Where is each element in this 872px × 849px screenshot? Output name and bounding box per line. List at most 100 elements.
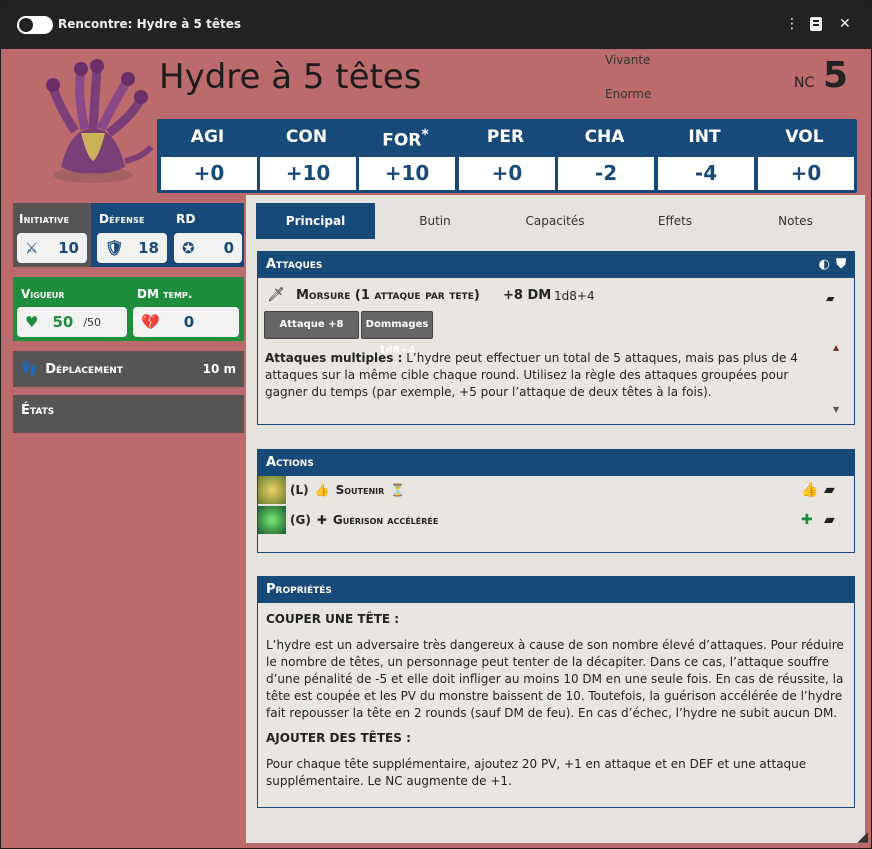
shield-icon: 🛡 xyxy=(105,239,125,257)
shield-solid-icon[interactable]: ⛊ xyxy=(836,257,846,272)
stat-marker: * xyxy=(421,127,429,143)
vigueur-field[interactable]: ♥ 50 /50 xyxy=(17,307,127,337)
initiative-value: 10 xyxy=(58,239,79,257)
dmtemp-label: DM temp. xyxy=(137,287,193,301)
stat-value[interactable]: -2 xyxy=(558,157,654,190)
stat-int[interactable]: INT -4 xyxy=(656,119,754,193)
attack-roll: +8 DM xyxy=(503,288,552,303)
action-type: (G) xyxy=(290,513,311,527)
combat-box: Initiative ⚔ 10 Défense 🛡 18 RD ✪ 0 xyxy=(13,203,244,267)
stat-vol[interactable]: VOL +0 xyxy=(756,119,854,193)
shield-half-icon[interactable]: ◐ xyxy=(819,257,830,272)
damage-roll-button[interactable]: Dommages 1d8+4 xyxy=(361,311,433,356)
vigueur-max: /50 xyxy=(83,315,102,329)
heart-icon: ♥ xyxy=(25,313,39,331)
tab-bar: Principal Butin Capacités Effets Notes xyxy=(256,203,856,239)
heal-action-icon[interactable]: ✚ xyxy=(801,512,813,528)
etats-panel[interactable]: États xyxy=(13,395,244,433)
action-name: Guérison accélérée xyxy=(332,513,439,527)
dmtemp-value: 0 xyxy=(183,313,195,331)
actions-header: Actions xyxy=(258,450,854,476)
defense-value: 18 xyxy=(138,239,159,257)
action-row-guerison[interactable]: (G) ✚ Guérison accélérée xyxy=(258,506,438,534)
toggle-switch[interactable] xyxy=(17,16,53,34)
stat-label: AGI xyxy=(190,127,225,147)
stat-label: PER xyxy=(486,127,525,147)
rd-field[interactable]: ✪ 0 xyxy=(174,233,242,263)
thumbs-up-icon: 👍 xyxy=(314,483,330,497)
tab-notes[interactable]: Notes xyxy=(735,203,856,239)
prop-text-2: Pour chaque tête supplémentaire, ajoutez… xyxy=(266,757,807,788)
stat-for[interactable]: FOR* +10 xyxy=(357,119,455,193)
stat-value[interactable]: -4 xyxy=(658,157,754,190)
action-row-soutenir[interactable]: (L) 👍 Soutenir ⏳ xyxy=(258,476,405,504)
attack-description: Attaques multiples : L’hydre peut effect… xyxy=(265,350,827,401)
thumbs-up-action-icon[interactable]: 👍 xyxy=(801,482,818,498)
defense-field[interactable]: 🛡 18 xyxy=(97,233,167,263)
deplacement-value: 10 m xyxy=(202,362,236,376)
stat-agi[interactable]: AGI +0 xyxy=(159,119,257,193)
nc-label: NC xyxy=(794,75,815,91)
kebab-menu-icon[interactable]: ⋮ xyxy=(785,16,799,32)
close-icon[interactable]: ✕ xyxy=(839,16,851,32)
action-name: Soutenir xyxy=(335,483,385,497)
hydra-portrait[interactable] xyxy=(31,57,155,189)
rd-label: RD xyxy=(176,212,196,226)
defense-label: Défense xyxy=(99,212,145,226)
monster-name: Hydre à 5 têtes xyxy=(159,57,422,97)
chat-bubble-icon[interactable]: ▰ xyxy=(824,482,835,498)
tab-effets[interactable]: Effets xyxy=(615,203,735,239)
window-title: Rencontre: Hydre à 5 têtes xyxy=(58,17,241,31)
deplacement-bar[interactable]: 👣 Déplacement 10 m xyxy=(13,351,244,387)
scroll-down-icon[interactable]: ▼ xyxy=(833,405,839,414)
attack-desc-title: Attaques multiples : xyxy=(265,351,403,365)
dmtemp-field[interactable]: 💔 0 xyxy=(133,307,239,337)
scroll-up-icon[interactable]: ▲ xyxy=(833,343,839,352)
person-icon: ✪ xyxy=(182,239,195,257)
prop-heading-2: AJOUTER DES TÊTES : xyxy=(266,731,411,745)
stat-per[interactable]: PER +0 xyxy=(457,119,555,193)
stat-value[interactable]: +0 xyxy=(161,157,257,190)
chat-icon[interactable]: ▰ xyxy=(826,292,834,305)
tab-principal[interactable]: Principal xyxy=(256,203,375,239)
sword-icon[interactable]: 🗡 xyxy=(267,287,285,303)
stat-label: CON xyxy=(285,127,328,147)
stat-label: INT xyxy=(688,127,721,147)
encounter-window: Rencontre: Hydre à 5 têtes ⋮ ✕ Hydre à 5… xyxy=(0,0,872,849)
proprietes-content: COUPER UNE TÊTE : L’hydre est un adversa… xyxy=(266,611,846,790)
heal-hand-icon: ✚ xyxy=(316,513,327,527)
attack-roll-button[interactable]: Attaque +8 xyxy=(264,311,359,339)
stat-value[interactable]: +10 xyxy=(260,157,356,190)
initiative-field[interactable]: ⚔ 10 xyxy=(17,233,87,263)
attack-dice: 1d8+4 xyxy=(554,289,595,303)
abilities-bar: AGI +0 CON +10 FOR* +10 PER +0 CHA -2 IN… xyxy=(157,119,857,193)
nc-value: 5 xyxy=(823,55,849,96)
stat-value[interactable]: +0 xyxy=(758,157,854,190)
etats-label: États xyxy=(21,403,55,418)
stat-cha[interactable]: CHA -2 xyxy=(556,119,654,193)
chat-bubble-icon[interactable]: ▰ xyxy=(824,512,835,528)
broken-heart-icon: 💔 xyxy=(141,313,160,331)
rd-cell: RD ✪ 0 xyxy=(170,203,244,267)
footprints-icon: 👣 xyxy=(21,361,38,377)
stat-con[interactable]: CON +10 xyxy=(258,119,356,193)
tab-capacites[interactable]: Capacités xyxy=(495,203,615,239)
initiative-label: Initiative xyxy=(19,212,70,226)
status-text[interactable]: Vivante xyxy=(605,53,650,67)
tab-butin[interactable]: Butin xyxy=(375,203,495,239)
attack-name[interactable]: Morsure (1 attaque par tete) xyxy=(296,288,480,303)
crossed-swords-icon: ⚔ xyxy=(25,239,39,257)
rd-value: 0 xyxy=(223,239,234,257)
attaques-header: Attaques ◐ ⛊ xyxy=(258,252,854,278)
guerison-thumbnail xyxy=(258,506,286,534)
stat-value[interactable]: +0 xyxy=(459,157,555,190)
attaques-title: Attaques xyxy=(266,257,323,272)
defense-cell: Défense 🛡 18 xyxy=(93,203,168,267)
stat-value[interactable]: +10 xyxy=(359,157,455,190)
size-text[interactable]: Enorme xyxy=(605,87,651,101)
hourglass-icon: ⏳ xyxy=(390,483,406,497)
resize-handle-icon[interactable]: ◢ xyxy=(857,829,868,845)
vitals-box: Vigueur DM temp. ♥ 50 /50 💔 0 xyxy=(13,277,244,341)
sheet-icon[interactable] xyxy=(809,16,823,36)
vigueur-value: 50 xyxy=(52,313,74,331)
